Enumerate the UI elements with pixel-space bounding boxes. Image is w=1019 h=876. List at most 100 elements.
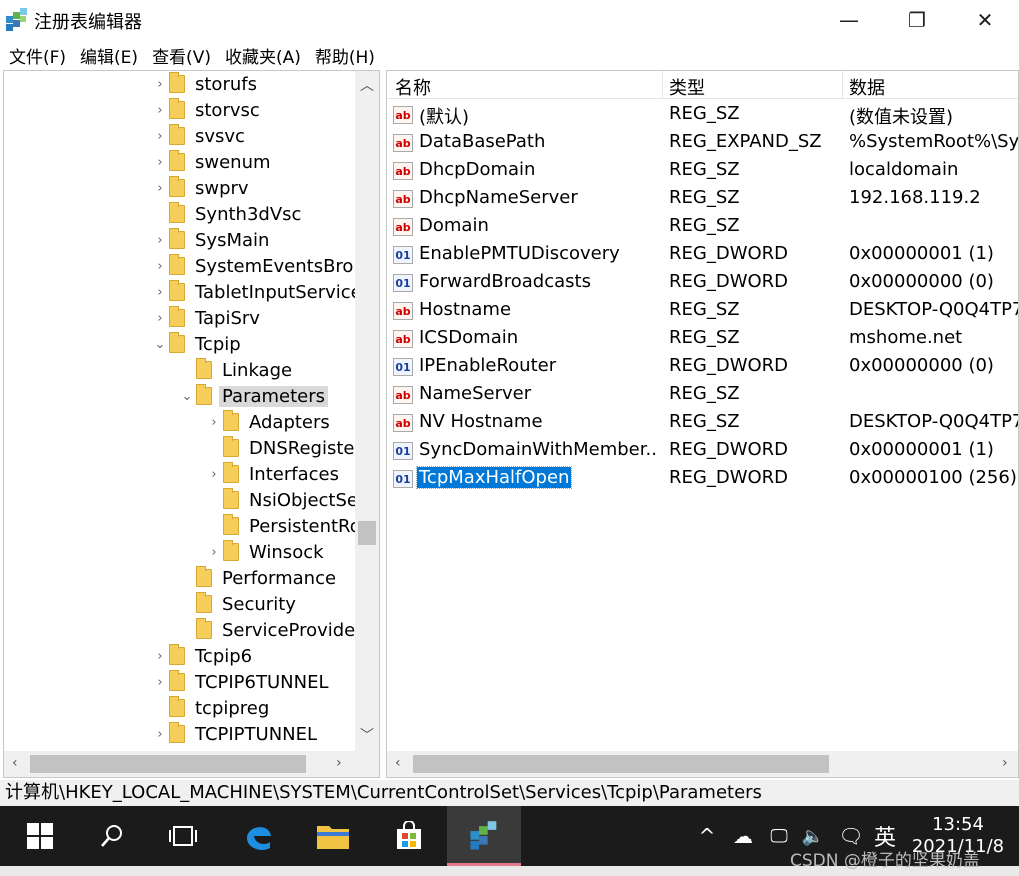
tree-node[interactable]: Linkage	[178, 357, 295, 383]
tree-node[interactable]: DNSRegiste	[205, 435, 356, 461]
collapsed-chevron-icon[interactable]: ›	[151, 233, 169, 248]
scroll-right-icon[interactable]: ›	[1002, 755, 1008, 771]
tree-vertical-scrollbar[interactable]: ︿ ﹀	[355, 71, 379, 751]
tree-node[interactable]: › TapiSrv	[151, 305, 263, 331]
scroll-right-icon[interactable]: ›	[336, 755, 342, 771]
menu-edit[interactable]: 编辑(E)	[80, 43, 138, 68]
value-row[interactable]: ab DataBasePath REG_EXPAND_SZ %SystemRoot%\…	[387, 129, 1018, 157]
value-name: Domain	[419, 215, 489, 236]
column-name-header[interactable]: 名称	[395, 74, 431, 100]
store-button[interactable]	[382, 806, 436, 866]
value-row[interactable]: 01 TcpMaxHalfOpen REG_DWORD 0x00000100 (256…	[387, 465, 1018, 493]
tree-node[interactable]: › swenum	[151, 149, 274, 175]
column-divider[interactable]	[662, 71, 663, 99]
values-list-pane[interactable]: 名称 类型 数据 ab (默认) REG_SZ (数值未设置) ab DataBasePa…	[386, 70, 1019, 778]
column-data-header[interactable]: 数据	[849, 74, 885, 100]
string-value-icon: ab	[393, 162, 413, 180]
tree-node[interactable]: › storvsc	[151, 97, 263, 123]
collapsed-chevron-icon[interactable]: ›	[205, 415, 223, 430]
tree-node[interactable]: › swprv	[151, 175, 252, 201]
collapsed-chevron-icon[interactable]: ›	[151, 311, 169, 326]
value-row[interactable]: ab DhcpNameServer REG_SZ 192.168.119.2	[387, 185, 1018, 213]
tree-node-label: svsvc	[195, 125, 245, 147]
menu-help[interactable]: 帮助(H)	[315, 43, 375, 68]
expanded-chevron-icon[interactable]: ⌄	[151, 337, 169, 352]
string-value-icon: ab	[393, 414, 413, 432]
menu-file[interactable]: 文件(F)	[9, 43, 66, 68]
value-row[interactable]: ab NV Hostname REG_SZ DESKTOP-Q0Q4TP7	[387, 409, 1018, 437]
collapsed-chevron-icon[interactable]: ›	[151, 727, 169, 742]
column-divider[interactable]	[842, 71, 843, 99]
list-horizontal-scrollbar[interactable]: ‹ ›	[387, 751, 1018, 777]
tree-node[interactable]: Security	[178, 591, 299, 617]
tree-node[interactable]: › Interfaces	[205, 461, 342, 487]
tree-node[interactable]: › Adapters	[205, 409, 333, 435]
collapsed-chevron-icon[interactable]: ›	[151, 155, 169, 170]
tree-node[interactable]: › TCPIPTUNNEL	[151, 721, 320, 747]
value-row[interactable]: ab (默认) REG_SZ (数值未设置)	[387, 101, 1018, 129]
collapsed-chevron-icon[interactable]: ›	[205, 467, 223, 482]
file-explorer-button[interactable]	[306, 806, 360, 866]
folder-icon	[169, 98, 185, 119]
tree-node[interactable]: PersistentRo	[205, 513, 356, 539]
edge-browser-button[interactable]	[232, 806, 286, 866]
collapsed-chevron-icon[interactable]: ›	[151, 649, 169, 664]
search-button[interactable]	[87, 806, 137, 866]
tree-node[interactable]: › SysMain	[151, 227, 272, 253]
value-row[interactable]: 01 EnablePMTUDiscovery REG_DWORD 0x00000001…	[387, 241, 1018, 269]
value-row[interactable]: ab DhcpDomain REG_SZ localdomain	[387, 157, 1018, 185]
minimize-button[interactable]: —	[815, 0, 883, 40]
menu-favorites[interactable]: 收藏夹(A)	[225, 43, 301, 68]
collapsed-chevron-icon[interactable]: ›	[205, 545, 223, 560]
value-row[interactable]: 01 IPEnableRouter REG_DWORD 0x00000000 (0)	[387, 353, 1018, 381]
tree-node[interactable]: › storufs	[151, 71, 260, 97]
tree-node[interactable]: ⌄ Tcpip	[151, 331, 244, 357]
tree-node[interactable]: Synth3dVsc	[151, 201, 304, 227]
scroll-left-icon[interactable]: ‹	[12, 755, 18, 771]
regedit-taskbar-button[interactable]	[447, 806, 521, 866]
collapsed-chevron-icon[interactable]: ›	[151, 181, 169, 196]
collapsed-chevron-icon[interactable]: ›	[151, 259, 169, 274]
task-view-button[interactable]	[158, 806, 208, 866]
tree-node[interactable]: › TCPIP6TUNNEL	[151, 669, 331, 695]
value-row[interactable]: 01 ForwardBroadcasts REG_DWORD 0x00000000 (…	[387, 269, 1018, 297]
tree-node[interactable]: › TabletInputService	[151, 279, 356, 305]
list-hscroll-thumb[interactable]	[413, 755, 829, 773]
tree-vscroll-thumb[interactable]	[358, 521, 376, 545]
maximize-button[interactable]: ❐	[883, 0, 951, 40]
show-hidden-icons-button[interactable]: ^	[694, 806, 720, 866]
key-tree-pane[interactable]: › storufs › storvsc › svsvc › swenum › swprv Synth…	[3, 70, 380, 778]
value-row[interactable]: ab ICSDomain REG_SZ mshome.net	[387, 325, 1018, 353]
tree-node[interactable]: tcpipreg	[151, 695, 272, 721]
expanded-chevron-icon[interactable]: ⌄	[178, 389, 196, 404]
onedrive-icon[interactable]: ☁	[728, 806, 758, 866]
collapsed-chevron-icon[interactable]: ›	[151, 285, 169, 300]
value-row[interactable]: ab Domain REG_SZ	[387, 213, 1018, 241]
start-button[interactable]	[15, 806, 65, 866]
tree-horizontal-scrollbar[interactable]: ‹ ›	[4, 751, 356, 777]
tree-node[interactable]: › svsvc	[151, 123, 248, 149]
close-button[interactable]: ✕	[951, 0, 1019, 40]
menu-view[interactable]: 查看(V)	[152, 43, 211, 68]
value-row[interactable]: 01 SyncDomainWithMember... REG_DWORD 0x0000…	[387, 437, 1018, 465]
column-type-header[interactable]: 类型	[669, 74, 705, 100]
tree-node[interactable]: NsiObjectSe	[205, 487, 356, 513]
value-row[interactable]: ab Hostname REG_SZ DESKTOP-Q0Q4TP7	[387, 297, 1018, 325]
scroll-down-icon[interactable]: ﹀	[360, 725, 374, 745]
collapsed-chevron-icon[interactable]: ›	[151, 129, 169, 144]
scroll-left-icon[interactable]: ‹	[395, 755, 401, 771]
tree-node[interactable]: Performance	[178, 565, 339, 591]
tree-node[interactable]: ⌄ Parameters	[178, 383, 329, 409]
value-type: REG_SZ	[669, 327, 740, 348]
tree-hscroll-thumb[interactable]	[30, 755, 306, 773]
value-type: REG_SZ	[669, 159, 740, 180]
collapsed-chevron-icon[interactable]: ›	[151, 675, 169, 690]
tree-node[interactable]: › SystemEventsBrok	[151, 253, 356, 279]
tree-node[interactable]: › Winsock	[205, 539, 327, 565]
value-row[interactable]: ab NameServer REG_SZ	[387, 381, 1018, 409]
collapsed-chevron-icon[interactable]: ›	[151, 103, 169, 118]
tree-node[interactable]: ServiceProvide	[178, 617, 356, 643]
collapsed-chevron-icon[interactable]: ›	[151, 77, 169, 92]
scroll-up-icon[interactable]: ︿	[360, 75, 374, 95]
tree-node[interactable]: › Tcpip6	[151, 643, 255, 669]
